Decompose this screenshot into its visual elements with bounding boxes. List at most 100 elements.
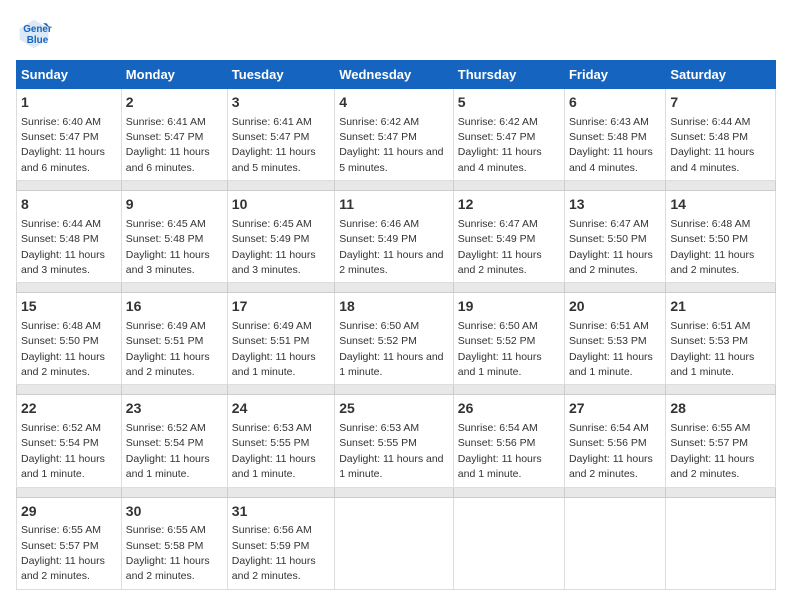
daylight-text: Daylight: 11 hours and 1 minute. bbox=[458, 453, 542, 480]
daylight-text: Daylight: 11 hours and 1 minute. bbox=[21, 453, 105, 480]
separator-cell bbox=[335, 385, 454, 395]
separator-cell bbox=[121, 181, 227, 191]
day-number: 21 bbox=[670, 297, 771, 317]
calendar-cell: 22Sunrise: 6:52 AMSunset: 5:54 PMDayligh… bbox=[17, 395, 122, 487]
day-number: 4 bbox=[339, 93, 449, 113]
calendar-cell: 25Sunrise: 6:53 AMSunset: 5:55 PMDayligh… bbox=[335, 395, 454, 487]
calendar-cell bbox=[564, 497, 665, 589]
separator-cell bbox=[17, 385, 122, 395]
day-number: 16 bbox=[126, 297, 223, 317]
sunset-text: Sunset: 5:51 PM bbox=[232, 335, 310, 347]
day-number: 11 bbox=[339, 195, 449, 215]
daylight-text: Daylight: 11 hours and 2 minutes. bbox=[458, 249, 542, 276]
logo-icon: General Blue bbox=[16, 16, 52, 52]
weekday-header-saturday: Saturday bbox=[666, 61, 776, 89]
separator-cell bbox=[227, 487, 334, 497]
calendar-cell: 2Sunrise: 6:41 AMSunset: 5:47 PMDaylight… bbox=[121, 89, 227, 181]
calendar-cell: 24Sunrise: 6:53 AMSunset: 5:55 PMDayligh… bbox=[227, 395, 334, 487]
sunrise-text: Sunrise: 6:42 AM bbox=[458, 116, 538, 128]
weekday-header-row: SundayMondayTuesdayWednesdayThursdayFrid… bbox=[17, 61, 776, 89]
calendar-cell: 31Sunrise: 6:56 AMSunset: 5:59 PMDayligh… bbox=[227, 497, 334, 589]
sunrise-text: Sunrise: 6:44 AM bbox=[670, 116, 750, 128]
sunset-text: Sunset: 5:50 PM bbox=[670, 233, 748, 245]
separator-cell bbox=[121, 385, 227, 395]
sunrise-text: Sunrise: 6:48 AM bbox=[21, 320, 101, 332]
day-number: 1 bbox=[21, 93, 117, 113]
weekday-header-tuesday: Tuesday bbox=[227, 61, 334, 89]
calendar-cell: 18Sunrise: 6:50 AMSunset: 5:52 PMDayligh… bbox=[335, 293, 454, 385]
separator-cell bbox=[453, 487, 564, 497]
separator-cell bbox=[564, 385, 665, 395]
day-number: 9 bbox=[126, 195, 223, 215]
sunrise-text: Sunrise: 6:47 AM bbox=[458, 218, 538, 230]
calendar-cell: 9Sunrise: 6:45 AMSunset: 5:48 PMDaylight… bbox=[121, 191, 227, 283]
daylight-text: Daylight: 11 hours and 2 minutes. bbox=[232, 555, 316, 582]
calendar-cell: 23Sunrise: 6:52 AMSunset: 5:54 PMDayligh… bbox=[121, 395, 227, 487]
separator-cell bbox=[17, 181, 122, 191]
sunset-text: Sunset: 5:47 PM bbox=[232, 131, 310, 143]
separator-cell bbox=[335, 181, 454, 191]
separator-row bbox=[17, 487, 776, 497]
separator-row bbox=[17, 385, 776, 395]
day-number: 5 bbox=[458, 93, 560, 113]
sunset-text: Sunset: 5:48 PM bbox=[126, 233, 204, 245]
calendar-cell: 19Sunrise: 6:50 AMSunset: 5:52 PMDayligh… bbox=[453, 293, 564, 385]
calendar-cell: 15Sunrise: 6:48 AMSunset: 5:50 PMDayligh… bbox=[17, 293, 122, 385]
separator-cell bbox=[666, 385, 776, 395]
day-number: 6 bbox=[569, 93, 661, 113]
calendar-cell: 12Sunrise: 6:47 AMSunset: 5:49 PMDayligh… bbox=[453, 191, 564, 283]
day-number: 20 bbox=[569, 297, 661, 317]
sunrise-text: Sunrise: 6:45 AM bbox=[126, 218, 206, 230]
daylight-text: Daylight: 11 hours and 2 minutes. bbox=[126, 555, 210, 582]
calendar-cell: 16Sunrise: 6:49 AMSunset: 5:51 PMDayligh… bbox=[121, 293, 227, 385]
sunset-text: Sunset: 5:50 PM bbox=[21, 335, 99, 347]
separator-row bbox=[17, 283, 776, 293]
daylight-text: Daylight: 11 hours and 4 minutes. bbox=[458, 146, 542, 173]
daylight-text: Daylight: 11 hours and 2 minutes. bbox=[670, 453, 754, 480]
separator-cell bbox=[121, 283, 227, 293]
day-number: 18 bbox=[339, 297, 449, 317]
sunrise-text: Sunrise: 6:42 AM bbox=[339, 116, 419, 128]
separator-cell bbox=[666, 181, 776, 191]
calendar-cell: 29Sunrise: 6:55 AMSunset: 5:57 PMDayligh… bbox=[17, 497, 122, 589]
svg-text:Blue: Blue bbox=[27, 35, 49, 46]
sunset-text: Sunset: 5:48 PM bbox=[569, 131, 647, 143]
sunrise-text: Sunrise: 6:47 AM bbox=[569, 218, 649, 230]
calendar-cell: 17Sunrise: 6:49 AMSunset: 5:51 PMDayligh… bbox=[227, 293, 334, 385]
daylight-text: Daylight: 11 hours and 1 minute. bbox=[126, 453, 210, 480]
sunset-text: Sunset: 5:54 PM bbox=[126, 437, 204, 449]
daylight-text: Daylight: 11 hours and 2 minutes. bbox=[670, 249, 754, 276]
separator-cell bbox=[453, 181, 564, 191]
week-row-1: 1Sunrise: 6:40 AMSunset: 5:47 PMDaylight… bbox=[17, 89, 776, 181]
sunset-text: Sunset: 5:49 PM bbox=[339, 233, 417, 245]
daylight-text: Daylight: 11 hours and 3 minutes. bbox=[21, 249, 105, 276]
calendar-cell: 28Sunrise: 6:55 AMSunset: 5:57 PMDayligh… bbox=[666, 395, 776, 487]
sunrise-text: Sunrise: 6:51 AM bbox=[569, 320, 649, 332]
sunrise-text: Sunrise: 6:44 AM bbox=[21, 218, 101, 230]
separator-cell bbox=[453, 385, 564, 395]
day-number: 24 bbox=[232, 399, 330, 419]
calendar-cell: 30Sunrise: 6:55 AMSunset: 5:58 PMDayligh… bbox=[121, 497, 227, 589]
calendar-cell bbox=[453, 497, 564, 589]
sunset-text: Sunset: 5:47 PM bbox=[21, 131, 99, 143]
weekday-header-friday: Friday bbox=[564, 61, 665, 89]
sunrise-text: Sunrise: 6:50 AM bbox=[339, 320, 419, 332]
week-row-2: 8Sunrise: 6:44 AMSunset: 5:48 PMDaylight… bbox=[17, 191, 776, 283]
calendar-cell: 3Sunrise: 6:41 AMSunset: 5:47 PMDaylight… bbox=[227, 89, 334, 181]
day-number: 3 bbox=[232, 93, 330, 113]
day-number: 31 bbox=[232, 502, 330, 522]
separator-cell bbox=[17, 487, 122, 497]
daylight-text: Daylight: 11 hours and 6 minutes. bbox=[21, 146, 105, 173]
calendar-cell: 10Sunrise: 6:45 AMSunset: 5:49 PMDayligh… bbox=[227, 191, 334, 283]
sunset-text: Sunset: 5:47 PM bbox=[126, 131, 204, 143]
sunset-text: Sunset: 5:57 PM bbox=[670, 437, 748, 449]
sunset-text: Sunset: 5:58 PM bbox=[126, 540, 204, 552]
sunrise-text: Sunrise: 6:55 AM bbox=[126, 524, 206, 536]
day-number: 25 bbox=[339, 399, 449, 419]
daylight-text: Daylight: 11 hours and 2 minutes. bbox=[569, 249, 653, 276]
daylight-text: Daylight: 11 hours and 1 minute. bbox=[339, 351, 443, 378]
sunrise-text: Sunrise: 6:52 AM bbox=[126, 422, 206, 434]
daylight-text: Daylight: 11 hours and 1 minute. bbox=[232, 453, 316, 480]
separator-cell bbox=[227, 283, 334, 293]
day-number: 17 bbox=[232, 297, 330, 317]
